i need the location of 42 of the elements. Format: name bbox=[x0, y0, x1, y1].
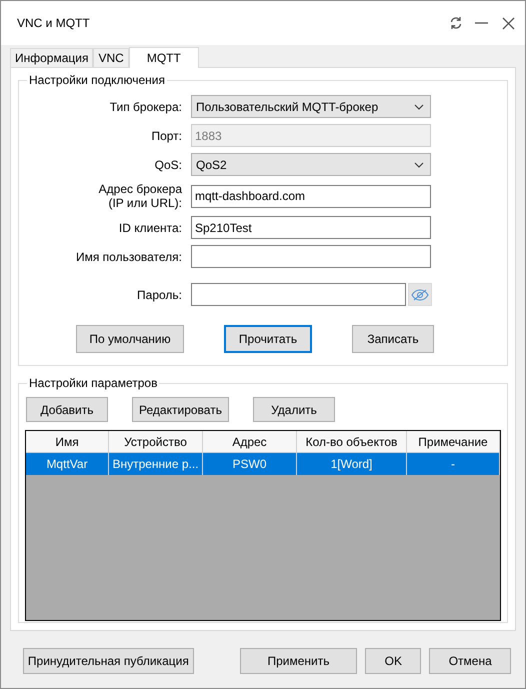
field-label: Пароль: bbox=[136, 288, 182, 302]
window-title: VNC и MQTT bbox=[17, 15, 90, 32]
field-label: Имя пользователя: bbox=[74, 250, 182, 264]
table-cell: - bbox=[407, 453, 500, 475]
button[interactable]: Принудительная публикация bbox=[23, 648, 194, 674]
eye-icon bbox=[411, 288, 429, 300]
tab[interactable]: Информация bbox=[10, 48, 94, 67]
group-title: Настройки подключения bbox=[27, 73, 167, 87]
input-field[interactable] bbox=[191, 245, 431, 268]
field-label: ID клиента: bbox=[118, 220, 182, 234]
close-icon[interactable] bbox=[502, 16, 515, 30]
field-label: Порт: bbox=[150, 128, 182, 142]
table-cell: 1[Word] bbox=[297, 453, 407, 475]
button[interactable]: Применить bbox=[240, 648, 358, 674]
refresh-icon[interactable] bbox=[449, 16, 463, 30]
field-label: Адрес брокера (IP или URL): bbox=[98, 182, 182, 210]
button[interactable]: Отмена bbox=[429, 648, 511, 674]
button[interactable]: Добавить bbox=[26, 397, 108, 422]
table-cell: PSW0 bbox=[203, 453, 297, 475]
button[interactable]: По умолчанию bbox=[76, 325, 184, 353]
table-cell: Внутренние р... bbox=[109, 453, 203, 475]
input-field[interactable] bbox=[191, 283, 406, 306]
tab[interactable]: VNC bbox=[93, 48, 129, 67]
table-cell: MqttVar bbox=[26, 453, 109, 475]
button[interactable]: OK bbox=[365, 648, 422, 674]
field-label: Тип брокера: bbox=[108, 100, 182, 114]
button[interactable]: Редактировать bbox=[132, 397, 229, 422]
field-label: QoS: bbox=[154, 158, 182, 172]
button[interactable]: Удалить bbox=[253, 397, 335, 422]
table-row[interactable]: MqttVar Внутренние р... PSW0 1[Word] - bbox=[26, 453, 500, 475]
button[interactable]: Записать bbox=[352, 325, 434, 353]
tab[interactable]: MQTT bbox=[128, 47, 199, 68]
input-field[interactable]: Sp210Test bbox=[191, 216, 431, 239]
dropdown[interactable]: QoS2 bbox=[191, 153, 431, 176]
caret-icon bbox=[414, 104, 424, 110]
group-title: Настройки параметров bbox=[27, 376, 160, 390]
minimize-icon[interactable] bbox=[475, 22, 488, 24]
caret-icon bbox=[414, 162, 424, 168]
show-password-button[interactable] bbox=[408, 283, 432, 306]
input-field[interactable]: mqtt-dashboard.com bbox=[191, 184, 431, 208]
dropdown[interactable]: Пользовательский MQTT-брокер bbox=[191, 95, 431, 118]
button[interactable]: Прочитать bbox=[224, 325, 312, 353]
